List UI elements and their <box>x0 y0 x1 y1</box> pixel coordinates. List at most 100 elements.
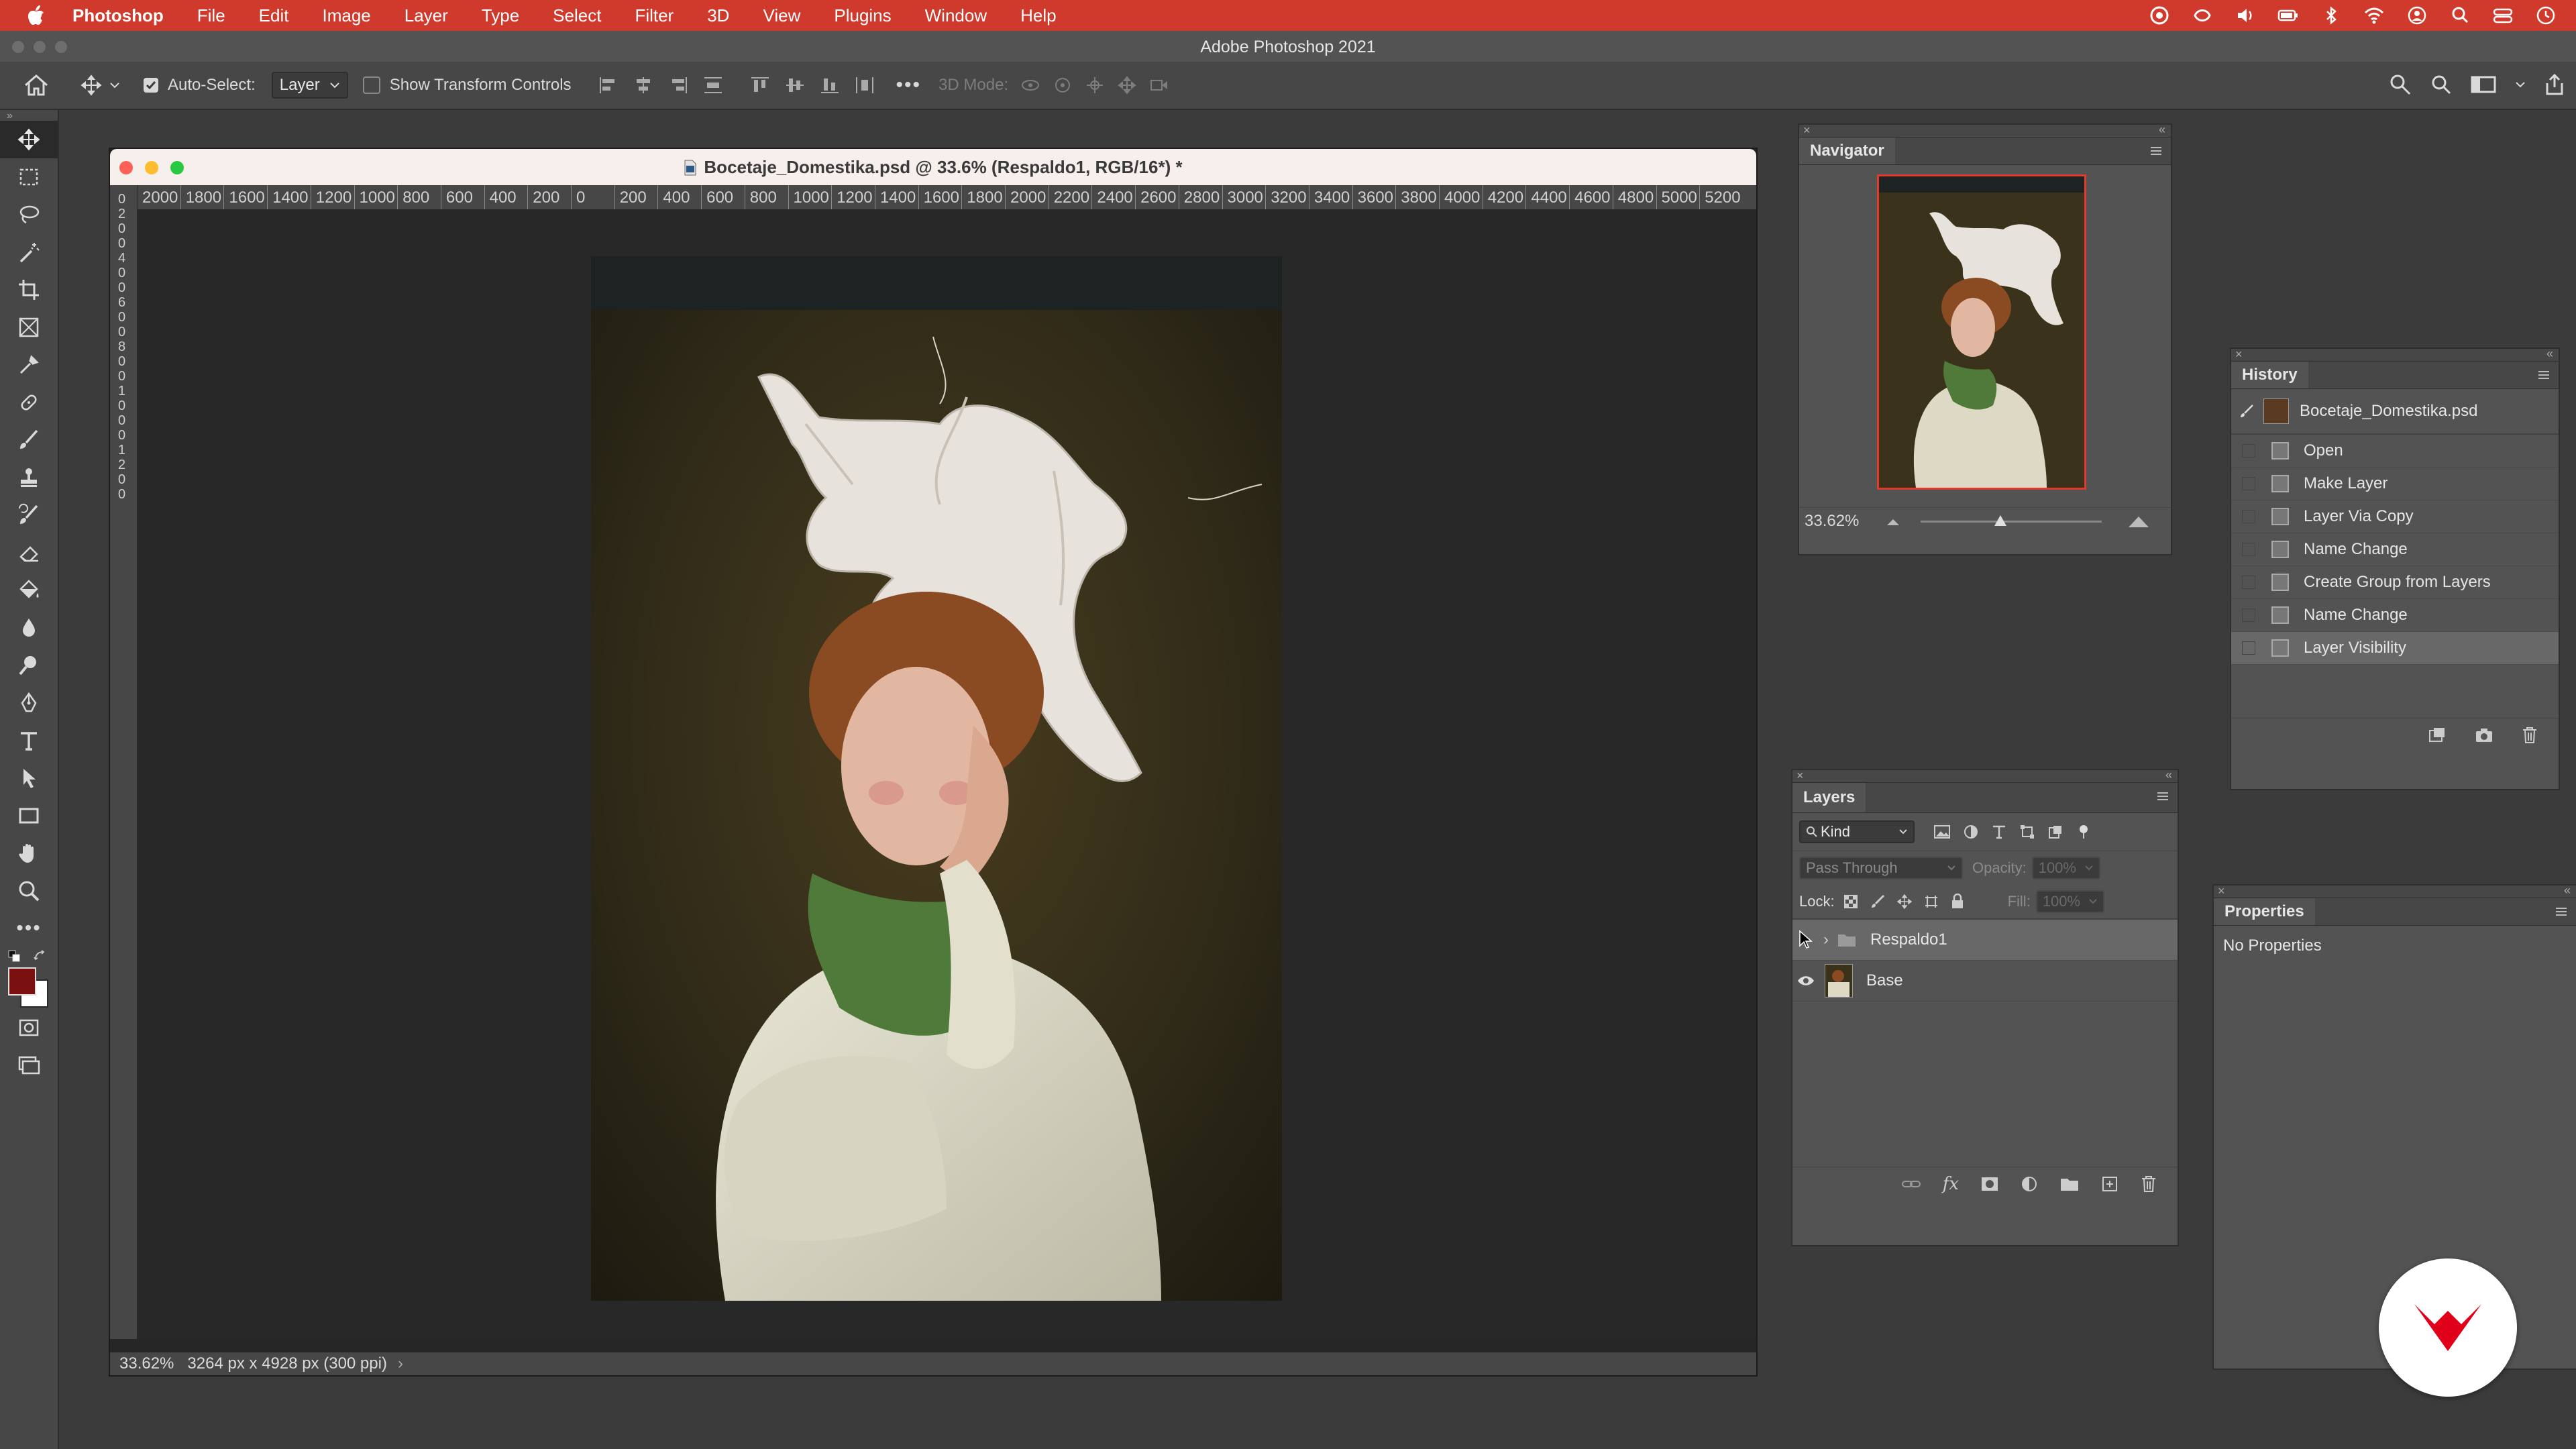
creative-cloud-icon[interactable] <box>2148 4 2171 27</box>
layer-name[interactable]: Base <box>1866 971 1903 990</box>
tab-history[interactable]: History <box>2231 362 2308 388</box>
wifi-icon[interactable] <box>2363 4 2385 27</box>
collapse-icon[interactable]: « <box>2165 768 2172 782</box>
rectangle-tool-icon[interactable] <box>0 797 58 835</box>
panel-menu-icon[interactable] <box>2537 370 2551 380</box>
history-source-box[interactable] <box>2242 477 2255 490</box>
auto-select-checkbox[interactable] <box>144 78 158 93</box>
panel-menu-icon[interactable] <box>2555 906 2568 917</box>
spotlight-icon[interactable] <box>2449 4 2471 27</box>
share-icon[interactable] <box>2388 72 2412 97</box>
clock-icon[interactable] <box>2534 4 2557 27</box>
default-colors-icon[interactable] <box>8 950 20 962</box>
history-source-box[interactable] <box>2242 543 2255 556</box>
horizontal-ruler[interactable]: 2000 1800 1600 1400 1200 1000 800 600 400 200 0 200… <box>137 185 1756 210</box>
history-snapshot-row[interactable]: Bocetaje_Domestika.psd <box>2231 389 2559 435</box>
lasso-tool-icon[interactable] <box>0 196 58 233</box>
align-bottom-edges-icon[interactable] <box>820 76 840 95</box>
layer-filter-kind-dropdown[interactable]: Kind <box>1799 820 1915 843</box>
share-document-icon[interactable] <box>2544 72 2565 97</box>
eraser-icon[interactable] <box>0 534 58 572</box>
navigator-zoom-value[interactable]: 33.62% <box>1805 512 1859 531</box>
orbit-3d-icon[interactable] <box>1020 76 1040 95</box>
history-source-box[interactable] <box>2242 576 2255 589</box>
menu-select[interactable]: Select <box>553 5 601 26</box>
close-icon[interactable]: × <box>2218 884 2225 898</box>
history-state-row[interactable]: Layer Via Copy <box>2231 500 2559 533</box>
fill-field[interactable]: 100% <box>2035 890 2105 913</box>
layer-visibility-toggle[interactable] <box>1792 975 1819 987</box>
history-brush-icon[interactable] <box>0 496 58 534</box>
filter-type-layers-icon[interactable] <box>1991 824 2007 840</box>
blur-tool-icon[interactable] <box>0 609 58 647</box>
align-vertical-centers-icon[interactable] <box>785 76 805 95</box>
opacity-field[interactable]: 100% <box>2031 857 2100 879</box>
collapse-icon[interactable]: « <box>2546 347 2553 361</box>
menu-image[interactable]: Image <box>322 5 370 26</box>
history-state-row-selected[interactable]: Layer Visibility <box>2231 632 2559 665</box>
auto-select-target-dropdown[interactable]: Layer <box>271 72 348 99</box>
history-source-box[interactable] <box>2242 608 2255 622</box>
collapse-panel-icon[interactable]: » <box>0 110 58 121</box>
blend-mode-dropdown[interactable]: Pass Through <box>1799 857 1963 879</box>
type-tool-icon[interactable] <box>0 722 58 759</box>
menu-window[interactable]: Window <box>925 5 987 26</box>
zoom-tool-icon[interactable] <box>0 872 58 910</box>
history-source-box[interactable] <box>2242 444 2255 458</box>
dodge-tool-icon[interactable] <box>0 647 58 684</box>
control-center-icon[interactable] <box>2491 4 2514 27</box>
move-tool-preset-icon[interactable] <box>80 74 102 96</box>
layer-row-respaldo1[interactable]: › Respaldo1 <box>1792 920 2178 961</box>
lock-position-icon[interactable] <box>1896 894 1913 910</box>
history-brush-source-icon[interactable] <box>2239 403 2255 419</box>
tab-properties[interactable]: Properties <box>2214 898 2315 925</box>
menu-app-photoshop[interactable]: Photoshop <box>72 5 164 26</box>
menu-view[interactable]: View <box>763 5 800 26</box>
align-left-edges-icon[interactable] <box>598 76 619 95</box>
roll-3d-icon[interactable] <box>1053 76 1073 95</box>
close-icon[interactable]: × <box>2235 347 2243 362</box>
filter-smart-object-icon[interactable] <box>2047 824 2063 840</box>
screen-mode-icon[interactable] <box>0 1046 58 1084</box>
path-selection-icon[interactable] <box>0 759 58 797</box>
vertical-ruler[interactable]: 020040060080010001200 <box>110 185 138 1339</box>
status-zoom[interactable]: 33.62% <box>119 1354 174 1373</box>
close-icon[interactable]: × <box>1803 123 1811 138</box>
history-state-row[interactable]: Create Group from Layers <box>2231 566 2559 599</box>
delete-state-icon[interactable] <box>2521 726 2538 745</box>
more-tools-icon[interactable]: ••• <box>0 910 58 947</box>
new-group-icon[interactable] <box>2059 1176 2080 1192</box>
crop-tool-icon[interactable] <box>0 271 58 309</box>
move-tool-icon[interactable] <box>0 121 58 158</box>
menu-layer[interactable]: Layer <box>405 5 448 26</box>
user-icon[interactable] <box>2406 4 2428 27</box>
history-source-box[interactable] <box>2242 641 2255 655</box>
clone-stamp-icon[interactable] <box>0 459 58 496</box>
hand-tool-icon[interactable] <box>0 835 58 872</box>
battery-icon[interactable] <box>2277 4 2300 27</box>
link-layers-icon[interactable] <box>1901 1177 1921 1191</box>
layer-row-base[interactable]: Base <box>1792 961 2178 1002</box>
chevron-down-icon[interactable] <box>109 81 121 89</box>
filter-adjustment-layers-icon[interactable] <box>1963 824 1979 840</box>
lock-image-pixels-icon[interactable] <box>1870 894 1886 910</box>
filter-toggle-icon[interactable] <box>2076 824 2092 840</box>
bluetooth-icon[interactable] <box>2320 4 2343 27</box>
add-layer-mask-icon[interactable] <box>1980 1176 1999 1192</box>
paint-bucket-icon[interactable] <box>0 572 58 609</box>
menu-file[interactable]: File <box>197 5 225 26</box>
foreground-color-swatch[interactable] <box>8 967 36 996</box>
new-adjustment-layer-icon[interactable] <box>2021 1175 2038 1193</box>
layer-name[interactable]: Respaldo1 <box>1870 930 1947 949</box>
create-snapshot-icon[interactable] <box>2474 727 2494 744</box>
menu-edit[interactable]: Edit <box>259 5 289 26</box>
history-state-row[interactable]: Name Change <box>2231 533 2559 566</box>
scale-3d-icon[interactable] <box>1149 76 1169 95</box>
marquee-tool-icon[interactable] <box>0 158 58 196</box>
navigator-zoom-slider[interactable] <box>1921 515 2102 526</box>
layer-styles-fx-icon[interactable]: fx <box>1943 1174 1959 1194</box>
panel-menu-icon[interactable] <box>2149 146 2163 156</box>
lock-artboard-icon[interactable] <box>1923 894 1939 910</box>
siri-icon[interactable] <box>2191 4 2214 27</box>
delete-layer-icon[interactable] <box>2140 1175 2157 1193</box>
